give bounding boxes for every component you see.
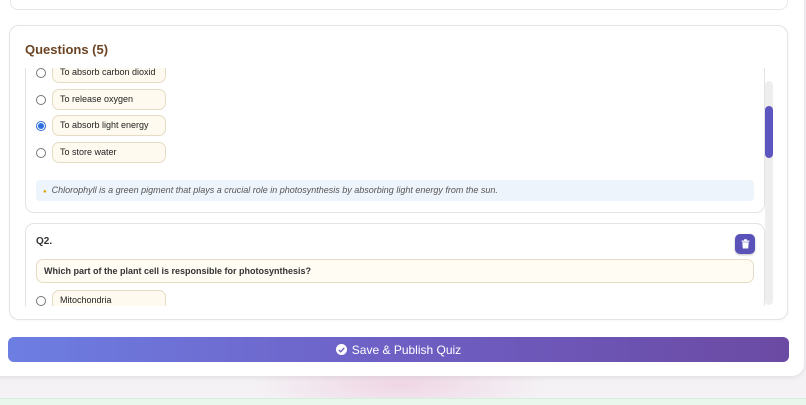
check-circle-icon <box>335 344 347 355</box>
option-radio[interactable] <box>36 68 46 78</box>
trash-icon <box>741 239 749 249</box>
option-input[interactable]: To absorb light energy <box>52 115 166 136</box>
question-card-1: To absorb carbon dioxid To release oxyge… <box>25 68 765 213</box>
scrollbar[interactable] <box>765 81 773 305</box>
save-publish-button[interactable]: Save & Publish Quiz <box>8 337 789 362</box>
explanation-box: ● Chlorophyll is a green pigment that pla… <box>36 180 754 201</box>
delete-question-button[interactable] <box>735 234 755 254</box>
question-text-input[interactable]: Which part of the plant cell is responsi… <box>36 259 754 283</box>
questions-heading: Questions (5) <box>25 42 109 57</box>
question-number: Q2. <box>36 236 53 247</box>
questions-card: Questions (5) To absorb carbon dioxid To… <box>9 25 788 320</box>
option-radio[interactable] <box>36 94 46 105</box>
save-publish-label: Save & Publish Quiz <box>351 342 462 357</box>
previous-section-card <box>10 0 788 10</box>
option-row: To absorb light energy <box>36 115 166 136</box>
option-row: To release oxygen <box>36 89 166 110</box>
scrollbar-thumb[interactable] <box>765 106 773 158</box>
option-radio[interactable] <box>36 147 46 158</box>
option-input[interactable]: To absorb carbon dioxid <box>52 68 166 83</box>
option-input[interactable]: To store water <box>52 142 166 163</box>
question-card-2: Q2. Which part of the plant cell is resp… <box>25 223 765 306</box>
option-radio[interactable] <box>36 295 46 306</box>
option-row: Mitochondria <box>36 290 166 306</box>
explanation-text: Chlorophyll is a green pigment that play… <box>51 185 498 195</box>
option-input[interactable]: To release oxygen <box>52 89 166 110</box>
questions-scroll-area[interactable]: To absorb carbon dioxid To release oxyge… <box>23 68 775 306</box>
option-row: To store water <box>36 142 166 163</box>
option-row: To absorb carbon dioxid <box>36 68 166 83</box>
option-radio-selected[interactable] <box>36 120 46 131</box>
option-input[interactable]: Mitochondria <box>52 290 166 306</box>
bottom-notice-strip <box>0 398 806 405</box>
lightbulb-icon: ● <box>43 189 47 195</box>
